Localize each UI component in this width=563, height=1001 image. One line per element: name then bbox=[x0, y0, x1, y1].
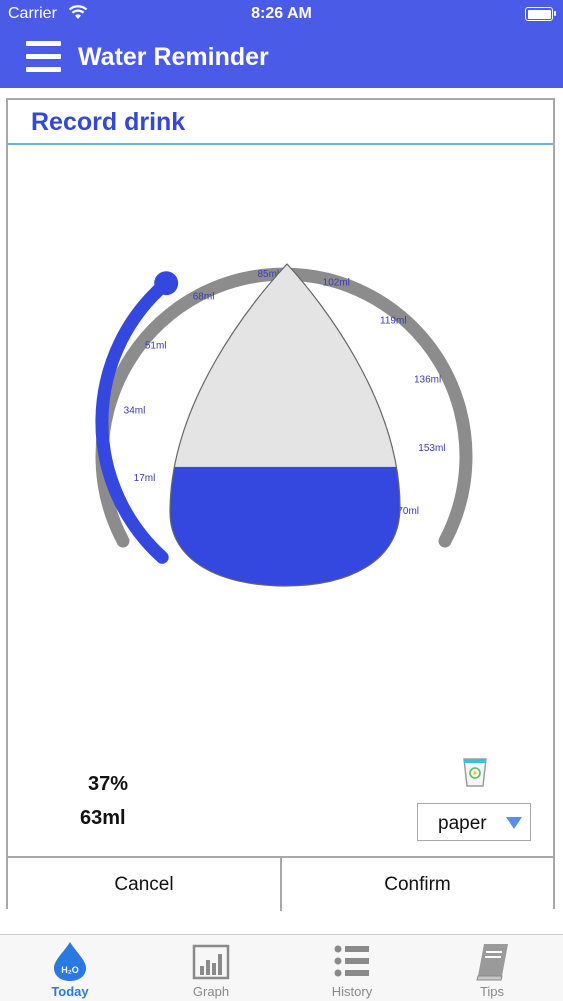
tab-label: Tips bbox=[479, 984, 505, 999]
tab-today[interactable]: H₂O Today bbox=[0, 935, 140, 1001]
record-drink-dialog: Record drink 0ml17ml34ml51ml68ml85ml102m… bbox=[6, 98, 555, 911]
paper-cup-icon bbox=[463, 758, 487, 787]
cup-type-value: paper bbox=[438, 813, 487, 834]
water-gauge[interactable]: 0ml17ml34ml51ml68ml85ml102ml119ml136ml15… bbox=[2, 2, 563, 702]
gauge-tick-label: 102ml bbox=[323, 277, 350, 288]
water-level-fill bbox=[170, 466, 400, 586]
svg-text:H₂O: H₂O bbox=[61, 965, 79, 975]
tab-label: Today bbox=[51, 984, 89, 999]
gauge-tick-label: 34ml bbox=[124, 405, 146, 416]
tab-tips[interactable]: Tips bbox=[422, 935, 562, 1001]
dropdown-arrow-icon bbox=[506, 817, 522, 829]
cancel-button[interactable]: Cancel bbox=[8, 858, 282, 911]
tab-label: Graph bbox=[192, 984, 230, 999]
book-icon bbox=[476, 944, 508, 981]
amount-label: 63ml bbox=[80, 807, 126, 829]
dialog-button-row: Cancel Confirm bbox=[8, 856, 553, 911]
gauge-tick-label: 68ml bbox=[193, 291, 215, 302]
gauge-tick-label: 153ml bbox=[418, 443, 445, 454]
cup-type-select[interactable]: paper bbox=[417, 803, 531, 841]
bar-chart-icon bbox=[192, 944, 230, 980]
tab-history[interactable]: History bbox=[282, 935, 422, 1001]
gauge-tick-label: 119ml bbox=[380, 315, 407, 326]
confirm-button[interactable]: Confirm bbox=[282, 858, 553, 911]
tab-label: History bbox=[331, 984, 373, 999]
tab-graph[interactable]: Graph bbox=[141, 935, 281, 1001]
gauge-handle[interactable] bbox=[154, 271, 179, 296]
tab-bar: H₂O Today Graph History Tips bbox=[0, 934, 563, 1001]
percent-label: 37% bbox=[88, 773, 129, 795]
water-drop-h2o-icon: H₂O bbox=[54, 942, 86, 981]
water-drop bbox=[169, 263, 401, 587]
gauge-tick-label: 136ml bbox=[414, 375, 441, 386]
gauge-tick-label: 17ml bbox=[134, 473, 156, 484]
gauge-tick-label: 51ml bbox=[145, 340, 167, 351]
list-icon bbox=[334, 945, 369, 977]
